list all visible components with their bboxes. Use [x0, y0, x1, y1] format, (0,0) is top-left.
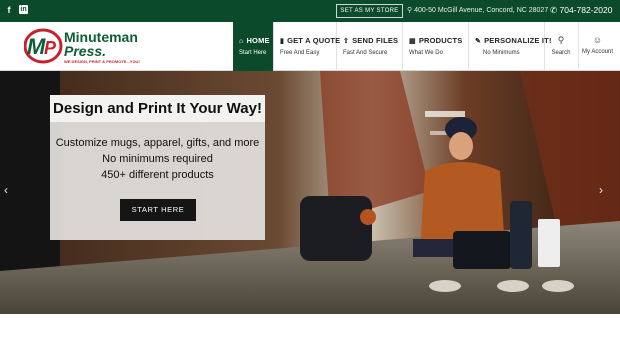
phone-text: 704-782-2020	[559, 5, 613, 15]
nav-home[interactable]: ⌂ HOME Start Here	[233, 22, 274, 71]
nav-products[interactable]: ▦ PRODUCTS What We Do	[403, 22, 469, 71]
promo-card: Design and Print It Your Way! Customize …	[50, 95, 265, 240]
user-icon: ☺	[592, 35, 603, 45]
nav-send-sub: Fast And Secure	[343, 50, 388, 56]
search-icon: ⚲	[557, 35, 565, 45]
account-label: My Account	[581, 49, 613, 55]
nav-quote-sub: Free And Easy	[280, 50, 320, 56]
nav-personalize-title: PERSONALIZE IT!	[484, 36, 552, 45]
nav-quote-title: GET A QUOTE	[287, 36, 341, 45]
logo-wordmark-2: Press.	[64, 43, 107, 59]
nav-get-a-quote[interactable]: ▮ GET A QUOTE Free And Easy	[274, 22, 341, 71]
minuteman-press-logo[interactable]: M P Minuteman Press. WE DESIGN, PRINT & …	[23, 27, 164, 65]
set-store-button[interactable]: SET AS MY STORE	[336, 4, 403, 18]
products-icon: ▦	[409, 38, 416, 45]
site-header: M P Minuteman Press. WE DESIGN, PRINT & …	[0, 22, 620, 71]
nav-personalize-sub: No Minimums	[483, 50, 520, 56]
top-bar: f in SET AS MY STORE ⚲ 400-50 McGill Ave…	[0, 0, 620, 22]
carousel-prev-icon[interactable]: ‹	[4, 183, 8, 197]
location-pin-icon: ⚲	[407, 7, 413, 14]
store-phone[interactable]: ✆ 704-782-2020	[550, 5, 612, 16]
hero-line: Customize mugs, apparel, gifts, and more	[55, 137, 260, 149]
nav-home-title: HOME	[246, 36, 270, 45]
store-address[interactable]: ⚲ 400-50 McGill Avenue, Concord, NC 2802…	[407, 6, 548, 14]
search-label: Search	[551, 50, 571, 56]
nav-send-files[interactable]: ⇧ SEND FILES Fast And Secure	[337, 22, 403, 71]
nav-home-sub: Start Here	[239, 50, 267, 56]
hero-line: 450+ different products	[101, 169, 214, 181]
search-button[interactable]: ⚲ Search	[548, 22, 574, 71]
nav-products-sub: What We Do	[409, 50, 443, 56]
linkedin-icon[interactable]: in	[19, 5, 28, 14]
nav-send-title: SEND FILES	[352, 36, 399, 45]
upload-icon: ⇧	[343, 38, 350, 45]
hero-benefits: Customize mugs, apparel, gifts, and more…	[50, 135, 265, 183]
social-links: f in	[5, 5, 28, 15]
hero-carousel: Design and Print It Your Way! Customize …	[0, 71, 620, 314]
nav-personalize[interactable]: ✎ PERSONALIZE IT! No Minimums	[469, 22, 551, 71]
facebook-icon[interactable]: f	[5, 5, 13, 15]
carousel-next-icon[interactable]: ›	[599, 183, 603, 197]
account-button[interactable]: ☺ My Account	[578, 22, 616, 71]
svg-text:P: P	[44, 38, 57, 58]
hero-headline: Design and Print It Your Way!	[50, 95, 265, 122]
logo-tagline: WE DESIGN, PRINT & PROMOTE...YOU!	[64, 59, 140, 64]
home-icon: ⌂	[239, 38, 244, 45]
address-text: 400-50 McGill Avenue, Concord, NC 28027	[414, 7, 549, 14]
start-here-button[interactable]: START HERE	[120, 199, 196, 221]
hero-line: No minimums required	[102, 153, 213, 165]
below-hero-area	[0, 314, 620, 343]
nav-products-title: PRODUCTS	[418, 36, 463, 45]
main-nav: ⌂ HOME Start Here ▮ GET A QUOTE Free And E…	[233, 22, 551, 71]
quote-icon: ▮	[280, 38, 285, 45]
personalize-icon: ✎	[475, 38, 482, 45]
phone-icon: ✆	[550, 5, 558, 15]
